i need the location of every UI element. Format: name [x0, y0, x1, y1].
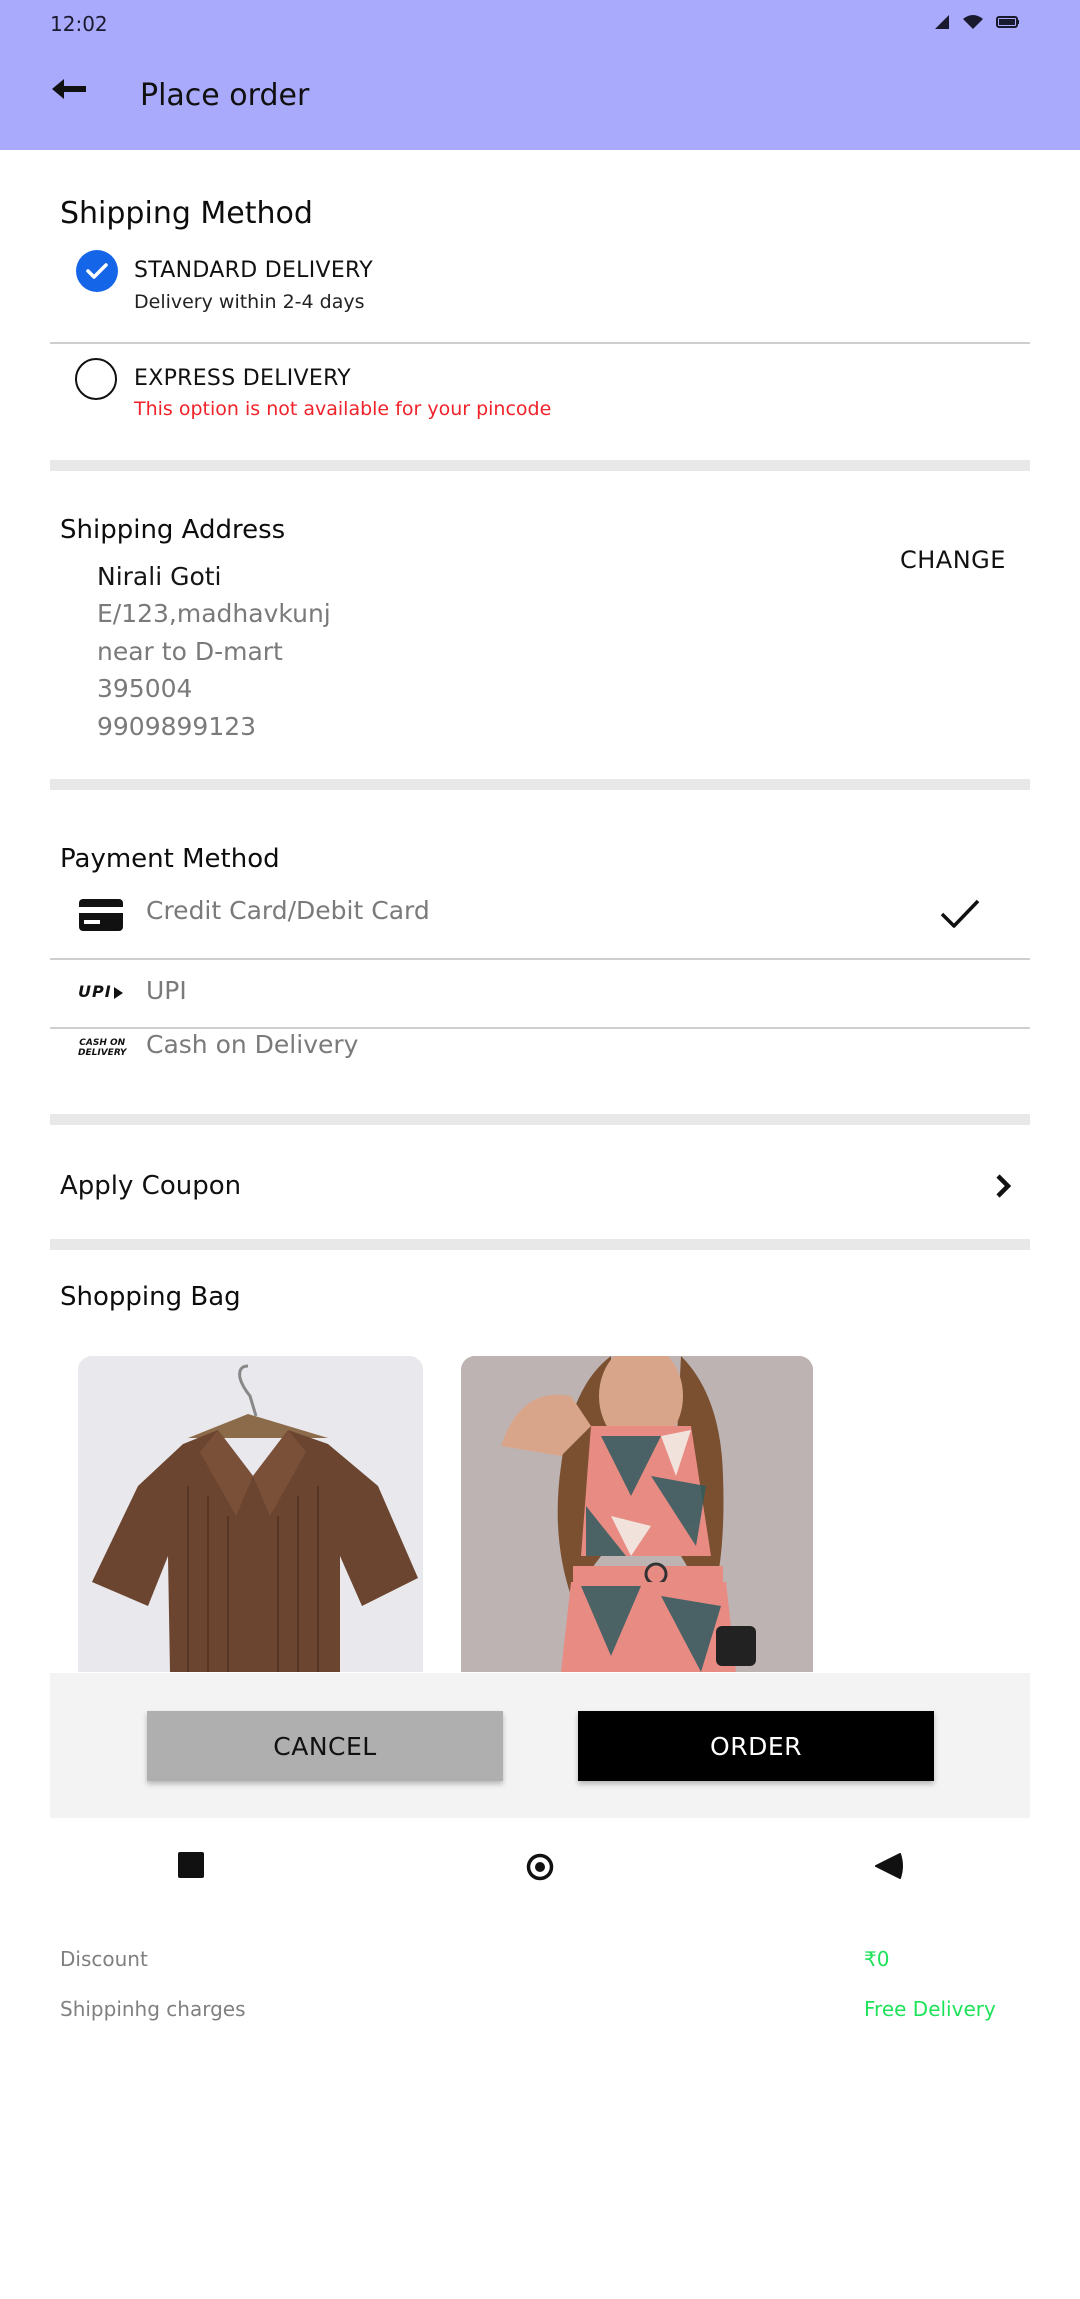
- payment-option-upi[interactable]: UPI: [146, 976, 187, 1005]
- address-line: near to D-mart: [97, 637, 283, 666]
- address-line: E/123,madhavkunj: [97, 599, 331, 628]
- section-divider: [50, 460, 1030, 471]
- status-icons: [934, 14, 1020, 30]
- product-card[interactable]: [78, 1356, 423, 1672]
- recents-square-icon[interactable]: [178, 1852, 204, 1878]
- product-card[interactable]: [461, 1356, 813, 1672]
- change-address-button[interactable]: CHANGE: [900, 546, 1006, 574]
- divider: [50, 1027, 1030, 1029]
- payment-option-card[interactable]: Credit Card/Debit Card: [146, 896, 430, 925]
- status-time: 12:02: [50, 12, 108, 36]
- standard-delivery-subtitle: Delivery within 2-4 days: [134, 291, 365, 313]
- payment-method-title: Payment Method: [60, 844, 280, 874]
- checkmark-icon: [940, 899, 980, 928]
- payment-option-cod[interactable]: Cash on Delivery: [146, 1030, 358, 1059]
- shipping-method-title: Shipping Method: [60, 196, 313, 231]
- address-pincode: 395004: [97, 674, 193, 703]
- discount-value: ₹0: [864, 1947, 890, 1971]
- home-circle-icon[interactable]: [526, 1853, 554, 1881]
- apply-coupon-label[interactable]: Apply Coupon: [60, 1171, 241, 1201]
- back-triangle-icon[interactable]: [874, 1852, 904, 1880]
- section-divider: [50, 1239, 1030, 1250]
- cod-logo-line: CASH ON: [79, 1038, 126, 1048]
- credit-card-icon: [79, 899, 123, 931]
- back-arrow-icon[interactable]: [52, 78, 98, 100]
- app-bar: 12:02 Place order: [0, 0, 1080, 150]
- wifi-icon: [963, 15, 983, 29]
- address-phone: 9909899123: [97, 712, 257, 741]
- section-divider: [50, 1114, 1030, 1125]
- shipping-address-title: Shipping Address: [60, 515, 286, 545]
- shopping-bag-title: Shopping Bag: [60, 1282, 241, 1312]
- divider: [50, 342, 1030, 344]
- page-title: Place order: [140, 78, 310, 113]
- chevron-right-icon[interactable]: [992, 1172, 1016, 1200]
- address-name: Nirali Goti: [97, 562, 222, 591]
- cancel-button[interactable]: CANCEL: [147, 1711, 503, 1781]
- express-delivery-label[interactable]: EXPRESS DELIVERY: [134, 366, 351, 391]
- product-image-plaid-set: [461, 1356, 813, 1672]
- express-delivery-warning: This option is not available for your pi…: [134, 398, 552, 420]
- shipping-charges-label: Shippinhg charges: [60, 1997, 246, 2021]
- cash-on-delivery-icon: CASH ON DELIVERY: [78, 1038, 126, 1058]
- section-divider: [50, 779, 1030, 790]
- cod-logo-line: DELIVERY: [78, 1048, 127, 1058]
- signal-icon: [935, 15, 949, 29]
- discount-label: Discount: [60, 1947, 148, 1971]
- order-button[interactable]: ORDER: [578, 1711, 934, 1781]
- standard-delivery-radio[interactable]: [76, 250, 118, 292]
- upi-logo-text: UPI: [78, 982, 112, 1001]
- divider: [50, 958, 1030, 960]
- shipping-charges-value: Free Delivery: [864, 1997, 996, 2021]
- upi-logo-icon: UPI: [78, 982, 123, 1001]
- standard-delivery-label[interactable]: STANDARD DELIVERY: [134, 258, 373, 283]
- product-image-brown-top: [78, 1356, 423, 1672]
- battery-icon: [996, 16, 1019, 28]
- check-icon: [86, 263, 108, 279]
- express-delivery-radio[interactable]: [75, 358, 117, 400]
